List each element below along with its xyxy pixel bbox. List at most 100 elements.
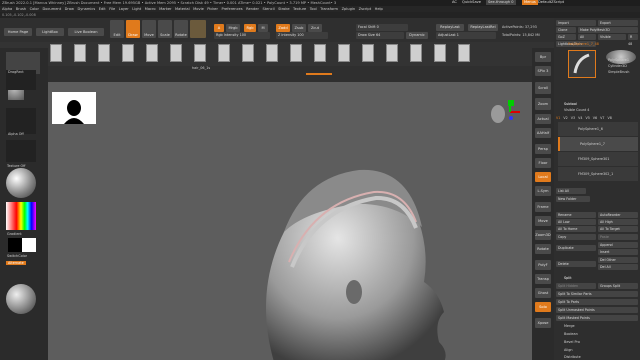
menus-button[interactable]: Menus: [522, 0, 538, 5]
home-page-button[interactable]: Home Page: [4, 28, 32, 36]
brush-thumb-18[interactable]: [458, 44, 470, 62]
brush-thumb-2[interactable]: [74, 44, 86, 62]
menu-layer[interactable]: Layer: [119, 7, 129, 11]
subtool-row-1[interactable]: PolySphere1_6: [558, 122, 638, 136]
navigation-gizmo-icon[interactable]: [486, 94, 522, 134]
zoom-button[interactable]: Zoom: [535, 98, 551, 110]
brush-thumb-16[interactable]: [410, 44, 422, 62]
all-low-button[interactable]: All Low: [556, 219, 596, 225]
brush-thumb-3[interactable]: [98, 44, 110, 62]
alpha-icon[interactable]: [6, 108, 36, 134]
insert-button[interactable]: Insert: [598, 249, 638, 255]
goz-button[interactable]: GoZ: [556, 34, 576, 40]
persp-button[interactable]: Persp: [535, 144, 551, 154]
lightbox-button[interactable]: LightBox: [36, 28, 64, 36]
brush-thumb-13[interactable]: [338, 44, 350, 62]
move-button[interactable]: Move: [535, 216, 551, 226]
polyf-button[interactable]: PolyF: [535, 260, 551, 270]
paste-button[interactable]: Paste: [598, 234, 638, 240]
rgb-intensity-slider[interactable]: Rgb Intensity 100: [214, 32, 270, 39]
v6-tab[interactable]: V6: [593, 116, 597, 120]
frame-button[interactable]: Frame: [535, 202, 551, 212]
append-button[interactable]: Append: [598, 242, 638, 248]
scale-mode-button[interactable]: Scale: [158, 20, 172, 38]
default-zscript-button[interactable]: DefaultZScript: [538, 0, 564, 5]
menu-material[interactable]: Material: [175, 7, 190, 11]
menu-color[interactable]: Color: [30, 7, 39, 11]
transp-button[interactable]: Transp: [535, 274, 551, 284]
split-header[interactable]: Split: [564, 276, 572, 280]
v4-tab[interactable]: V4: [578, 116, 582, 120]
solo-button[interactable]: Solo: [535, 302, 551, 312]
rgb-button[interactable]: Rgb: [244, 24, 256, 32]
material-sphere-icon[interactable]: [6, 168, 36, 198]
brush-thumb-6[interactable]: [170, 44, 182, 62]
align-header[interactable]: Align: [564, 348, 573, 352]
split-parts-button[interactable]: Split To Parts: [556, 299, 638, 305]
brush-thumb-17[interactable]: [434, 44, 446, 62]
delete-button[interactable]: Delete: [556, 261, 596, 267]
v1-tab[interactable]: V1: [556, 116, 560, 120]
menu-zplugin[interactable]: Zplugin: [342, 7, 356, 11]
v2-tab[interactable]: V2: [563, 116, 567, 120]
brush-thumb-5[interactable]: [146, 44, 158, 62]
canvas-viewport[interactable]: [48, 82, 552, 360]
menu-stroke[interactable]: Stroke: [278, 7, 289, 11]
rename-button[interactable]: Rename: [556, 212, 596, 218]
focal-shift-slider[interactable]: Focal Shift 0: [356, 24, 408, 31]
zcut-button[interactable]: Zcut: [308, 24, 322, 32]
zoom3d-button[interactable]: Zoom3D: [535, 230, 551, 240]
brush-thumb-12[interactable]: [314, 44, 326, 62]
menu-macro[interactable]: Macro: [145, 7, 156, 11]
menu-edit[interactable]: Edit: [99, 7, 106, 11]
move-mode-button[interactable]: Move: [142, 20, 156, 38]
lsym-button[interactable]: L.Sym: [535, 186, 551, 196]
rotate-button[interactable]: Rotate: [535, 244, 551, 254]
split-similar-button[interactable]: Split To Similar Parts: [556, 291, 638, 297]
menu-dynamics[interactable]: Dynamics: [78, 7, 96, 11]
zadd-button[interactable]: Zadd: [276, 24, 290, 32]
menu-alpha[interactable]: Alpha: [2, 7, 12, 11]
split-hidden-button[interactable]: Split Hidden: [556, 283, 596, 289]
a-button[interactable]: A: [214, 24, 224, 32]
del-all-button[interactable]: Del All: [598, 264, 638, 270]
menu-tool[interactable]: Tool: [310, 7, 317, 11]
menu-stencil[interactable]: Stencil: [262, 7, 274, 11]
primary-color-swatch[interactable]: [8, 238, 22, 252]
reference-image[interactable]: [52, 92, 96, 124]
rotate-mode-button[interactable]: Rotate: [174, 20, 188, 38]
brush-thumb-9[interactable]: [242, 44, 254, 62]
local-button[interactable]: Local: [535, 172, 551, 182]
menu-draw[interactable]: Draw: [65, 7, 74, 11]
see-through-slider[interactable]: See-through 0: [486, 0, 516, 5]
brush-strip-scrollbar[interactable]: [306, 73, 332, 75]
v7-tab[interactable]: V7: [600, 116, 604, 120]
material-sphere-icon[interactable]: [190, 20, 206, 38]
scroll-button[interactable]: Scroll: [535, 82, 551, 94]
bpr-button[interactable]: Bpr: [535, 52, 551, 62]
brush-thumb-11[interactable]: [290, 44, 302, 62]
brush-thumb-7[interactable]: [194, 44, 206, 62]
z-intensity-slider[interactable]: Z Intensity 100: [276, 32, 328, 39]
subtool-row-2[interactable]: PolySphere1_7: [558, 137, 638, 151]
menu-marker[interactable]: Marker: [159, 7, 171, 11]
menu-zscript[interactable]: Zscript: [359, 7, 371, 11]
menu-movie[interactable]: Movie: [193, 7, 204, 11]
groups-split-button[interactable]: Groups Split: [598, 283, 638, 289]
m-button[interactable]: M: [258, 24, 268, 32]
distribute-header[interactable]: Distribute: [564, 355, 581, 359]
subtool-row-3[interactable]: FM309_Sphere301: [558, 152, 638, 166]
copy-button[interactable]: Copy: [556, 234, 596, 240]
v3-tab[interactable]: V3: [571, 116, 575, 120]
menu-render[interactable]: Render: [246, 7, 259, 11]
current-tool-thumbnail[interactable]: [568, 50, 596, 78]
brush-thumb-1[interactable]: [50, 44, 62, 62]
spix-button[interactable]: SPix 3: [535, 66, 551, 76]
split-unmasked-button[interactable]: Split Unmasked Points: [556, 307, 638, 313]
all-to-target-button[interactable]: All To Target: [598, 226, 638, 232]
split-masked-button[interactable]: Split Masked Points: [556, 315, 638, 321]
merge-header[interactable]: Merge: [564, 324, 575, 328]
color-picker[interactable]: [6, 202, 36, 230]
brush-thumb-15[interactable]: [386, 44, 398, 62]
menu-transform[interactable]: Transform: [320, 7, 338, 11]
